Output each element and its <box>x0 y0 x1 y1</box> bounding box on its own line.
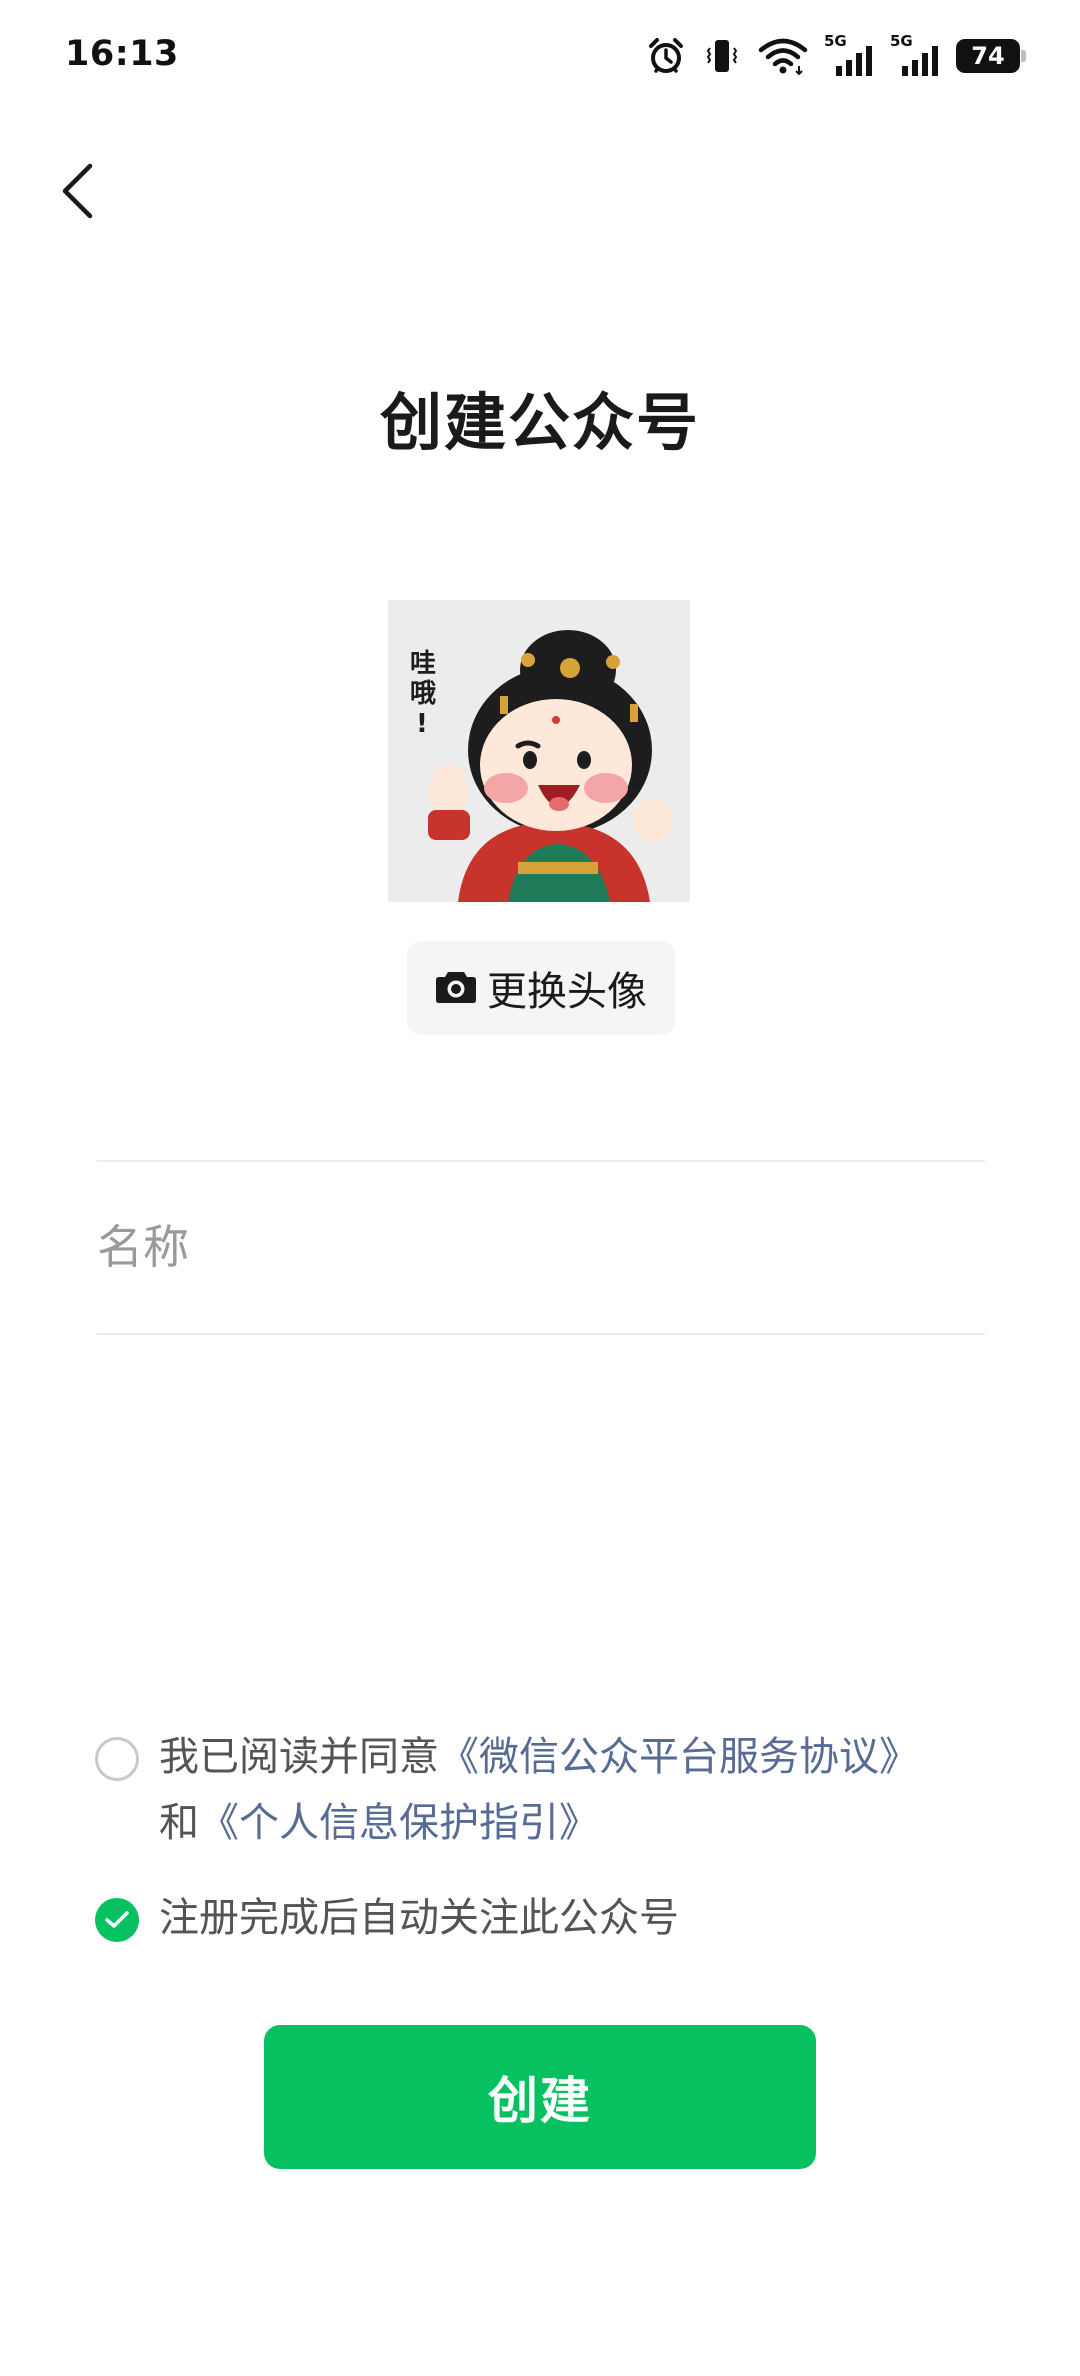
privacy-guide-link[interactable]: 《个人信息保护指引》 <box>199 1800 599 1846</box>
auto-follow-label: 注册完成后自动关注此公众号 <box>159 1895 679 1941</box>
wifi-icon <box>758 36 808 76</box>
avatar[interactable]: 哇 哦 ! <box>388 600 690 902</box>
chevron-left-icon <box>60 163 94 223</box>
svg-text:哦: 哦 <box>410 679 436 709</box>
agreement-text: 我已阅读并同意《微信公众平台服务协议》和《个人信息保护指引》 <box>159 1724 959 1856</box>
camera-icon <box>435 968 477 1008</box>
auto-follow-row[interactable]: 注册完成后自动关注此公众号 <box>95 1885 959 1951</box>
avatar-image: 哇 哦 ! <box>388 600 690 902</box>
name-input[interactable] <box>97 1162 985 1332</box>
auto-follow-checkbox[interactable] <box>95 1898 139 1942</box>
battery-level: 74 <box>971 42 1005 70</box>
svg-text:哇: 哇 <box>410 649 436 679</box>
battery-icon: 74 <box>956 39 1026 73</box>
signal-icon: 5G <box>890 34 940 78</box>
agreement-prefix: 我已阅读并同意 <box>159 1734 439 1780</box>
agreement-checkbox[interactable] <box>95 1737 139 1781</box>
signal-icon: 5G <box>824 34 874 78</box>
status-bar: 16:13 5G 5G 74 <box>0 0 1080 115</box>
service-agreement-link[interactable]: 《微信公众平台服务协议》 <box>439 1734 919 1780</box>
page-title: 创建公众号 <box>379 386 700 459</box>
divider <box>97 1333 985 1335</box>
svg-text:!: ! <box>416 709 428 739</box>
vibrate-icon <box>702 36 742 76</box>
change-avatar-button[interactable]: 更换头像 <box>407 941 675 1035</box>
back-button[interactable] <box>52 160 102 226</box>
change-avatar-label: 更换头像 <box>487 969 647 1015</box>
alarm-icon <box>646 36 686 76</box>
status-icons: 5G 5G 74 <box>646 34 1026 78</box>
agreement-row[interactable]: 我已阅读并同意《微信公众平台服务协议》和《个人信息保护指引》 <box>95 1724 959 1856</box>
status-time: 16:13 <box>65 34 179 74</box>
agreement-middle: 和 <box>159 1800 199 1846</box>
checkmark-icon <box>105 1911 129 1928</box>
create-button-label: 创建 <box>488 2072 592 2130</box>
create-button[interactable]: 创建 <box>264 2025 816 2169</box>
